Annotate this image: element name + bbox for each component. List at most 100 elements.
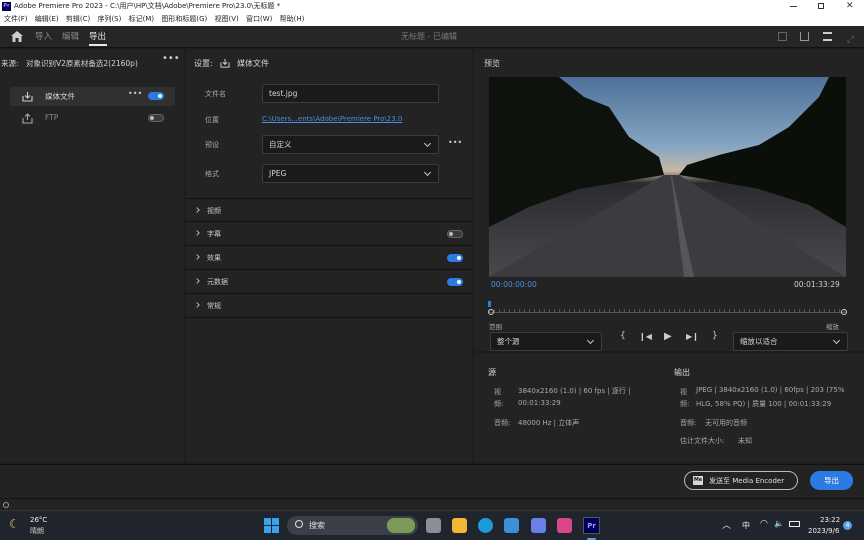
title-bar: Pr Adobe Premiere Pro 2023 - C:\用户\HP\文档… xyxy=(0,0,864,13)
playhead[interactable] xyxy=(488,301,491,307)
workspace-menu-icon[interactable] xyxy=(823,32,832,41)
destination-more-icon[interactable]: ••• xyxy=(128,89,142,98)
menu-markers[interactable]: 标记(M) xyxy=(129,15,155,23)
tab-edit[interactable]: 编辑 xyxy=(62,26,79,48)
menu-view[interactable]: 视图(V) xyxy=(214,15,238,23)
section-video[interactable]: 视频 xyxy=(186,198,472,222)
preview-video-frame xyxy=(489,77,846,277)
preview-panel: 预览 00:00:00:00 00:01:33:29 范围 整个源 { ❙◀ ▶… xyxy=(474,49,864,351)
menu-graphics[interactable]: 图形和标题(G) xyxy=(161,15,207,23)
section-effects-label: 效果 xyxy=(207,254,221,262)
app-icon[interactable] xyxy=(504,518,519,533)
captions-toggle[interactable] xyxy=(447,230,463,238)
section-effects[interactable]: 效果 xyxy=(186,246,472,270)
source-audio-label: 音频: xyxy=(494,419,511,427)
maximize-icon[interactable] xyxy=(818,3,824,9)
output-info-title: 输出 xyxy=(674,368,690,377)
preset-dropdown[interactable]: 自定义 xyxy=(262,135,439,154)
in-point-handle[interactable] xyxy=(488,309,494,315)
quick-export-icon[interactable] xyxy=(778,32,787,41)
source-more-icon[interactable]: ••• xyxy=(162,53,180,64)
metadata-toggle[interactable] xyxy=(447,278,463,286)
tab-import[interactable]: 导入 xyxy=(35,26,52,48)
notification-badge[interactable]: 4 xyxy=(843,521,852,530)
destinations-panel: 来源: 对象识别V2原素材备选2(2160p) ••• 媒体文件 ••• FTP xyxy=(0,49,184,462)
format-dropdown[interactable]: JPEG xyxy=(262,164,439,183)
home-icon[interactable] xyxy=(11,31,23,42)
estimated-size-value: 未知 xyxy=(738,437,752,445)
range-label: 范围 xyxy=(489,323,502,331)
timecode-end: 00:01:33:29 xyxy=(794,280,840,289)
estimated-size-label: 估计文件大小: xyxy=(680,437,725,445)
range-dropdown[interactable]: 整个源 xyxy=(490,332,602,351)
range-value: 整个源 xyxy=(497,337,520,346)
step-back-icon[interactable]: ❙◀ xyxy=(639,332,652,341)
taskbar-search-box[interactable]: 搜索 xyxy=(287,516,418,535)
location-link[interactable]: C:\Users...ents\Adobe\Premiere Pro\23.0 xyxy=(262,115,402,123)
timecode-start: 00:00:00:00 xyxy=(491,280,537,289)
menu-sequence[interactable]: 序列(S) xyxy=(97,15,121,23)
minimize-icon[interactable] xyxy=(790,6,797,7)
destination-media-file[interactable]: 媒体文件 ••• xyxy=(10,87,175,106)
premiere-taskbar-icon[interactable]: Pr xyxy=(583,517,600,534)
destination-ftp[interactable]: FTP xyxy=(10,109,175,128)
source-video-line2: 00:01:33:29 xyxy=(518,399,561,407)
volume-icon[interactable]: 🔈 xyxy=(774,519,784,528)
menu-window[interactable]: 窗口(W) xyxy=(246,15,272,23)
windows-start-icon[interactable] xyxy=(264,518,279,533)
edge-icon[interactable] xyxy=(478,518,493,533)
media-encoder-icon: Me xyxy=(693,476,703,485)
file-explorer-icon[interactable] xyxy=(452,518,467,533)
preset-more-icon[interactable]: ••• xyxy=(448,138,462,147)
timeline-ruler[interactable] xyxy=(489,303,846,313)
upload-icon xyxy=(22,113,33,124)
output-video-line2: HLG, 58% PQ) | 质量 100 | 00:01:33:29 xyxy=(696,400,832,408)
section-metadata[interactable]: 元数据 xyxy=(186,270,472,294)
menu-clip[interactable]: 剪辑(C) xyxy=(66,15,90,23)
menu-edit[interactable]: 编辑(E) xyxy=(35,15,59,23)
fullscreen-icon[interactable]: ⤢ xyxy=(847,29,854,51)
section-video-label: 视频 xyxy=(207,207,221,215)
settings-header-target: 媒体文件 xyxy=(237,59,269,68)
play-icon[interactable]: ▶ xyxy=(664,331,672,342)
battery-icon[interactable] xyxy=(789,521,800,527)
effects-toggle[interactable] xyxy=(447,254,463,262)
output-audio-label: 音频: xyxy=(680,419,697,427)
weather-condition[interactable]: 晴朗 xyxy=(30,526,44,536)
ftp-toggle[interactable] xyxy=(148,114,164,122)
source-info-title: 源 xyxy=(488,368,496,377)
set-in-icon[interactable]: { xyxy=(620,331,626,341)
chevron-up-icon[interactable]: ︿ xyxy=(722,518,731,531)
wifi-icon[interactable]: ◠ xyxy=(760,519,768,529)
step-forward-icon[interactable]: ▶❙ xyxy=(686,332,699,341)
photos-icon[interactable] xyxy=(557,518,572,533)
send-to-media-encoder-button[interactable]: Me 发送至 Media Encoder xyxy=(684,471,798,490)
scale-label: 缩放 xyxy=(826,323,839,331)
out-point-handle[interactable] xyxy=(841,309,847,315)
clock-time[interactable]: 23:22 xyxy=(820,516,840,524)
scale-dropdown[interactable]: 缩放以适合 xyxy=(733,332,848,351)
set-out-icon[interactable]: } xyxy=(712,331,718,341)
copilot-icon[interactable] xyxy=(531,518,546,533)
chevron-right-icon xyxy=(194,230,200,236)
destination-media-file-label: 媒体文件 xyxy=(45,92,75,101)
output-audio-value: 无可用的音频 xyxy=(705,419,747,427)
export-button[interactable]: 导出 xyxy=(810,471,853,490)
tab-export-underline xyxy=(89,44,107,46)
share-icon[interactable] xyxy=(800,32,809,41)
task-view-icon[interactable] xyxy=(426,518,441,533)
section-general[interactable]: 常规 xyxy=(186,294,472,318)
section-captions[interactable]: 字幕 xyxy=(186,222,472,246)
menu-help[interactable]: 帮助(H) xyxy=(280,15,305,23)
input-method-indicator[interactable]: 中 xyxy=(742,520,750,531)
scale-value: 缩放以适合 xyxy=(740,337,778,346)
media-file-toggle[interactable] xyxy=(148,92,164,100)
search-placeholder: 搜索 xyxy=(309,521,325,530)
weather-temperature[interactable]: 26°C xyxy=(30,516,47,524)
menu-file[interactable]: 文件(F) xyxy=(4,15,28,23)
filename-input[interactable]: test.jpg xyxy=(262,84,439,103)
clock-date[interactable]: 2023/9/6 xyxy=(808,527,839,535)
chevron-right-icon xyxy=(194,254,200,260)
moon-icon: ☾ xyxy=(9,517,20,531)
close-icon[interactable]: ✕ xyxy=(846,0,854,13)
